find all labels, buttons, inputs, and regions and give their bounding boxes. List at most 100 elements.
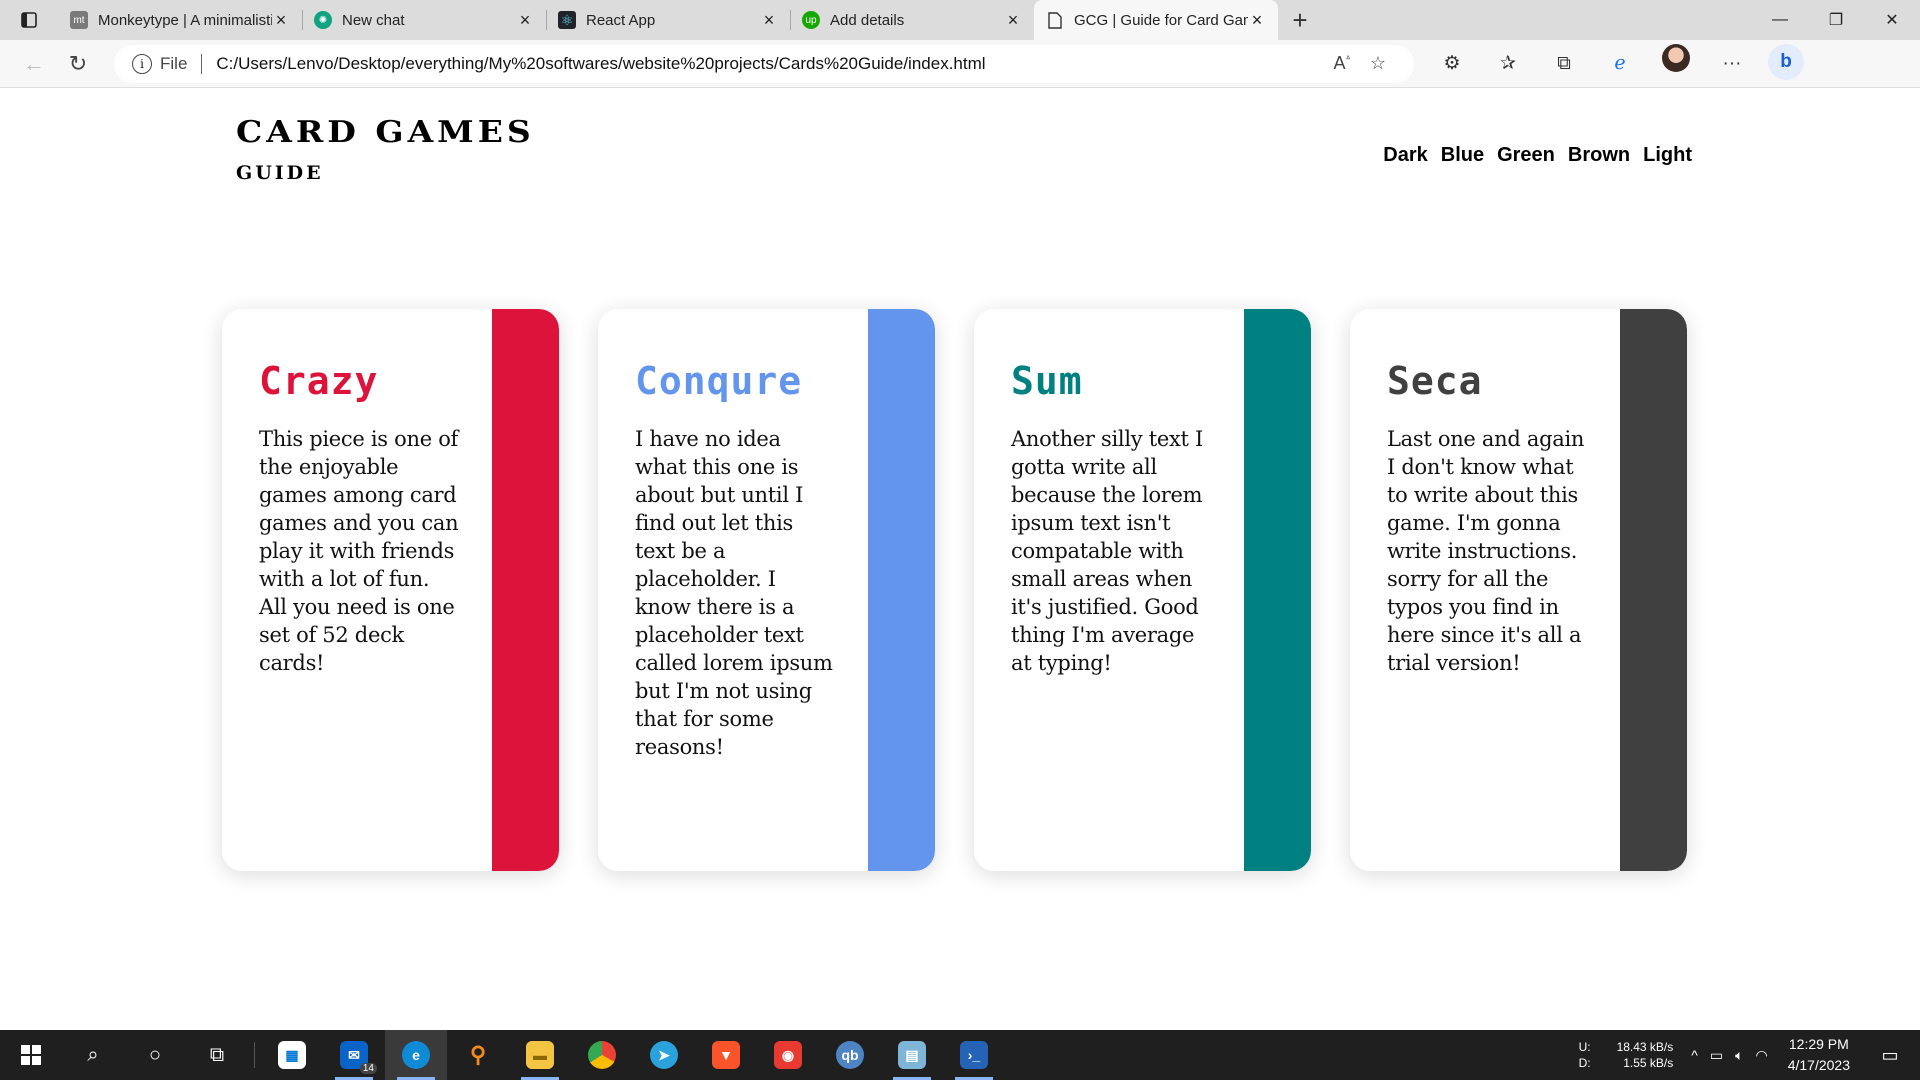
card-text: This piece is one of the enjoyable games…: [259, 427, 459, 675]
add-favorite-icon[interactable]: ☆: [1360, 53, 1396, 74]
network-speed: 18.43 kB/s 1.55 kB/s: [1617, 1039, 1674, 1071]
download-speed: 1.55 kB/s: [1623, 1056, 1674, 1070]
telegram-icon[interactable]: ➤: [633, 1030, 695, 1080]
collections-icon[interactable]: ⧉: [1536, 44, 1592, 84]
back-arrow-icon[interactable]: ←: [12, 44, 56, 84]
brave-icon[interactable]: ▼: [695, 1030, 757, 1080]
task-view-icon[interactable]: ⧉: [186, 1030, 248, 1080]
address-bar[interactable]: i File C:/Users/Lenvo/Desktop/everything…: [114, 44, 1414, 83]
monkeytype-icon: mt: [70, 11, 88, 29]
info-icon[interactable]: i: [132, 53, 152, 74]
windows-taskbar: ⌕ ○ ⧉ ▦ ✉ 14 e ⚲ ▬ ➤ ▼ ◉ qb ▤ ›_ U: D: 1…: [0, 1030, 1920, 1080]
theme-blue[interactable]: Blue: [1441, 144, 1484, 167]
more-icon[interactable]: ···: [1704, 44, 1760, 84]
notepad-icon[interactable]: ▤: [881, 1030, 943, 1080]
tab-actions-icon[interactable]: [0, 0, 58, 40]
chatgpt-icon: ✺: [314, 11, 332, 29]
tab-label: Add details: [830, 11, 905, 29]
url-text[interactable]: C:/Users/Lenvo/Desktop/everything/My%20s…: [216, 54, 1324, 74]
card-sum[interactable]: Sum Another silly text I gotta write all…: [974, 309, 1311, 871]
page-content: Card Games Guide Dark Blue Green Brown L…: [0, 89, 1920, 1029]
logo-title: Card Games: [236, 113, 535, 150]
tab-gcg[interactable]: GCG | Guide for Card Games ×: [1034, 0, 1278, 40]
upwork-icon: up: [802, 11, 820, 29]
battery-icon[interactable]: ▭: [1710, 1047, 1723, 1064]
tab-label: GCG | Guide for Card Games: [1074, 11, 1248, 29]
minimize-icon[interactable]: —: [1752, 0, 1808, 40]
theme-dark[interactable]: Dark: [1383, 144, 1427, 167]
tab-monkeytype[interactable]: mt Monkeytype | A minimalistic, cus ×: [58, 0, 302, 40]
system-tray: U: D: 18.43 kB/s 1.55 kB/s ^ ▭ 🔈︎ ◠ 12:2…: [1579, 1030, 1920, 1080]
scheme-label: File: [160, 53, 188, 73]
react-icon: ⚛: [558, 11, 576, 29]
close-icon[interactable]: ×: [272, 10, 290, 30]
tab-label: Monkeytype | A minimalistic, cus: [98, 11, 272, 29]
card-color-strip: [1620, 309, 1687, 871]
restore-icon[interactable]: ❐: [1808, 0, 1864, 40]
close-icon[interactable]: ×: [1004, 10, 1022, 30]
tab-add-details[interactable]: up Add details ×: [790, 0, 1034, 40]
card-title: Sum: [1011, 359, 1083, 403]
theme-green[interactable]: Green: [1497, 144, 1555, 167]
bing-icon[interactable]: b: [1768, 43, 1804, 80]
card-text: Last one and again I don't know what to …: [1387, 427, 1585, 675]
card-conqure[interactable]: Conqure I have no idea what this one is …: [598, 309, 935, 871]
windows-start-icon[interactable]: [0, 1030, 62, 1080]
qbittorrent-icon[interactable]: qb: [819, 1030, 881, 1080]
notification-icon[interactable]: ▭: [1872, 1045, 1908, 1066]
file-icon: [1046, 11, 1064, 29]
card-color-strip: [868, 309, 935, 871]
card-crazy[interactable]: Crazy This piece is one of the enjoyable…: [222, 309, 559, 871]
window-controls: — ❐ ✕: [1752, 0, 1920, 40]
upload-speed: 18.43 kB/s: [1616, 1040, 1674, 1054]
powershell-icon[interactable]: ›_: [943, 1030, 1005, 1080]
refresh-icon[interactable]: ↻: [56, 44, 100, 84]
mail-badge: 14: [359, 1063, 377, 1074]
file-explorer-icon[interactable]: ▬: [509, 1030, 571, 1080]
clock[interactable]: 12:29 PM 4/17/2023: [1788, 1034, 1850, 1076]
screen-recorder-icon[interactable]: ◉: [757, 1030, 819, 1080]
tab-label: React App: [586, 11, 656, 29]
close-window-icon[interactable]: ✕: [1864, 0, 1920, 40]
card-title: Crazy: [259, 359, 379, 403]
site-logo[interactable]: Card Games Guide: [236, 115, 535, 184]
mail-icon[interactable]: ✉ 14: [323, 1030, 385, 1080]
close-icon[interactable]: ×: [760, 10, 778, 30]
clock-date: 4/17/2023: [1787, 1057, 1850, 1073]
network-labels: U: D:: [1579, 1039, 1591, 1071]
chrome-icon[interactable]: [571, 1030, 633, 1080]
wifi-icon[interactable]: ◠: [1755, 1047, 1767, 1064]
card-grid: Crazy This piece is one of the enjoyable…: [222, 309, 1687, 871]
search-icon[interactable]: ⌕: [62, 1030, 124, 1080]
everything-search-icon[interactable]: ⚲: [447, 1030, 509, 1080]
upload-label: U:: [1578, 1040, 1591, 1054]
theme-brown[interactable]: Brown: [1568, 144, 1630, 167]
edge-bar-icon[interactable]: ℯ: [1592, 44, 1648, 84]
card-title: Seca: [1387, 359, 1483, 403]
volume-icon[interactable]: 🔈︎: [1735, 1047, 1743, 1064]
close-icon[interactable]: ×: [1248, 10, 1266, 30]
taskbar-divider: [254, 1042, 255, 1068]
read-aloud-icon[interactable]: Aᐞ: [1324, 53, 1360, 74]
logo-subtitle: Guide: [236, 162, 324, 184]
new-tab-button[interactable]: +: [1278, 0, 1322, 40]
favorites-icon[interactable]: ✰: [1480, 44, 1536, 84]
divider: [201, 53, 203, 74]
theme-switcher: Dark Blue Green Brown Light: [1383, 144, 1692, 167]
card-color-strip: [1244, 309, 1311, 871]
card-title: Conqure: [635, 359, 803, 403]
clock-time: 12:29 PM: [1788, 1036, 1849, 1052]
store-icon[interactable]: ▦: [261, 1030, 323, 1080]
cortana-icon[interactable]: ○: [124, 1030, 186, 1080]
card-text: Another silly text I gotta write all bec…: [1011, 427, 1204, 675]
theme-light[interactable]: Light: [1643, 144, 1692, 167]
chevron-up-icon[interactable]: ^: [1691, 1047, 1698, 1064]
tab-react-app[interactable]: ⚛ React App ×: [546, 0, 790, 40]
tab-new-chat[interactable]: ✺ New chat ×: [302, 0, 546, 40]
download-label: D:: [1578, 1056, 1591, 1070]
profile-avatar[interactable]: [1662, 43, 1690, 72]
close-icon[interactable]: ×: [516, 10, 534, 30]
extensions-icon[interactable]: ⚙: [1424, 44, 1480, 84]
card-seca[interactable]: Seca Last one and again I don't know wha…: [1350, 309, 1687, 871]
edge-icon[interactable]: e: [385, 1030, 447, 1080]
